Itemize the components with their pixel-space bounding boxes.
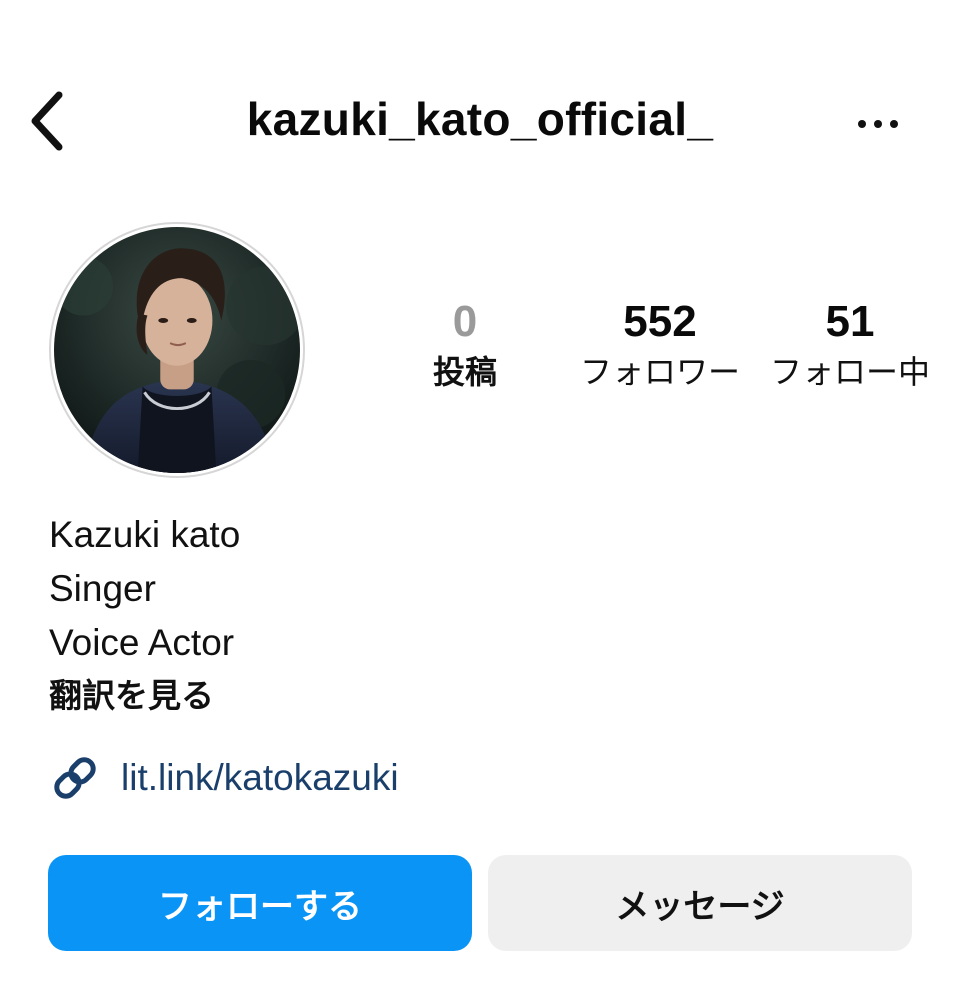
following-label: フォロー中 [769, 353, 930, 391]
profile-photo [54, 227, 300, 473]
link-text: lit.link/katokazuki [121, 757, 399, 798]
bio-line: Voice Actor [49, 622, 235, 663]
followers-label: フォロワー [579, 353, 740, 391]
follow-button[interactable]: フォローする [48, 855, 472, 951]
more-options-button[interactable] [846, 108, 910, 140]
more-dot [890, 120, 898, 128]
following-stat[interactable]: 51 フォロー中 [760, 296, 940, 392]
following-count: 51 [825, 297, 875, 346]
bio: Kazuki kato Singer Voice Actor 翻訳を見る [49, 508, 909, 722]
see-translation-link[interactable]: 翻訳を見る [49, 670, 909, 722]
posts-label: 投稿 [432, 353, 497, 391]
more-dot [874, 120, 882, 128]
avatar[interactable] [49, 222, 305, 478]
profile-username: kazuki_kato_official_ [246, 93, 714, 145]
display-name: Kazuki kato [49, 514, 241, 555]
more-horizontal-icon [858, 120, 866, 128]
message-button[interactable]: メッセージ [488, 855, 912, 951]
profile-page: kazuki_kato_official_ 0 投稿 552 フォロワー 51 … [0, 0, 960, 998]
external-link[interactable]: lit.link/katokazuki [49, 752, 399, 804]
followers-count: 552 [623, 297, 697, 346]
link-icon [49, 752, 101, 804]
posts-stat: 0 投稿 [405, 296, 525, 392]
followers-stat[interactable]: 552 フォロワー [570, 296, 750, 392]
bio-line: Singer [49, 568, 156, 609]
posts-count: 0 [452, 297, 478, 346]
